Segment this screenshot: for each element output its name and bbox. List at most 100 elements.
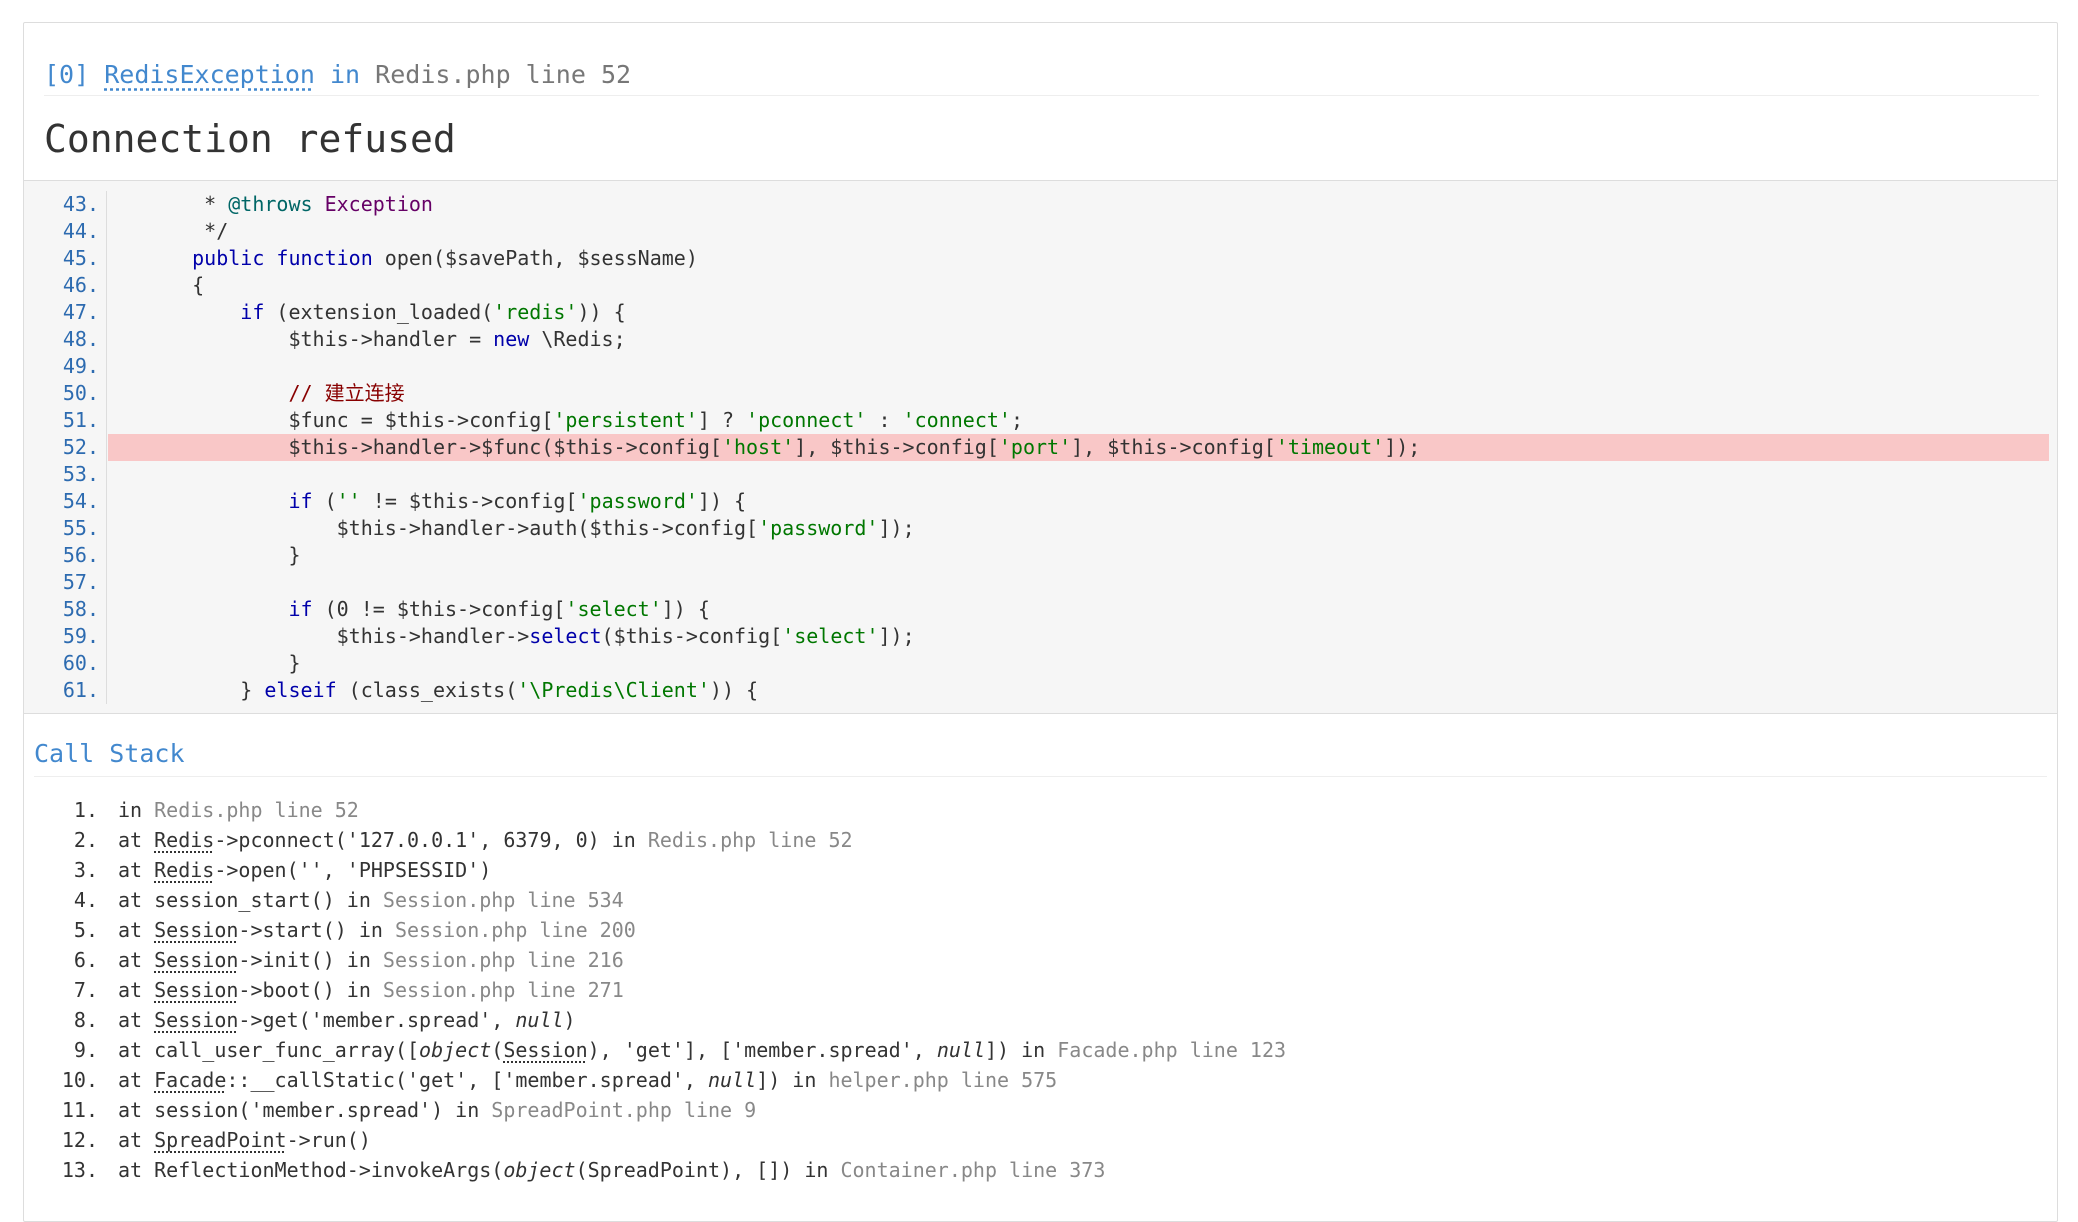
code-token: (0 != $this->config[ [312,597,566,621]
code-token: */ [156,219,229,243]
frame-token: at [118,948,155,972]
code-token: ], $this->config[ [794,435,999,459]
frame-token: ]) in [985,1038,1058,1062]
frame-text: at Session->boot() in Session.php line 2… [118,975,624,1005]
code-token: \Redis; [529,327,626,351]
code-token: $this->handler->auth($this->config[ [156,516,759,540]
line-number: 56. [62,543,99,567]
frame-token: ->get('member.spread', [238,1008,516,1032]
code-line: 61. } elseif (class_exists('\Predis\Clie… [24,677,2057,704]
call-stack-frame: 2. at Redis->pconnect('127.0.0.1', 6379, … [34,825,2047,855]
frame-token: at [118,1128,155,1152]
code-token: } [156,678,265,702]
code-line: 54. if ('' != $this->config['password'])… [24,488,2057,515]
code-text: { [108,272,2049,299]
call-stack-frame: 6. at Session->init() in Session.php line… [34,945,2047,975]
line-number: 60. [62,651,99,675]
code-line: 48. $this->handler = new \Redis; [24,326,2057,353]
line-number-divider [106,461,107,488]
code-token: )) { [577,300,626,324]
frame-number: 13. [61,1158,98,1182]
code-token: if [288,597,313,621]
code-text: public function open($savePath, $sessNam… [108,245,2049,272]
frame-number: 11. [61,1098,98,1122]
frame-token[interactable]: Facade [154,1068,226,1092]
code-token: ]) { [697,489,747,513]
code-token: // 建立连接 [288,381,405,405]
frame-token[interactable]: SpreadPoint [154,1128,286,1152]
frame-token: Session.php line 534 [382,888,624,912]
frame-token: at session_start() in [118,888,383,912]
frame-token[interactable]: Session [503,1038,587,1062]
code-token: ($this->config[ [601,624,783,648]
frame-number: 1. [73,798,98,822]
frame-token: ->run() [286,1128,371,1152]
frame-token: in [118,798,155,822]
code-token: if [288,489,313,513]
line-number-divider [106,218,107,245]
call-stack-list: 1. in Redis.php line 52 2. at Redis->pconne… [34,795,2047,1185]
code-token: new [493,327,530,351]
code-token: if [240,300,265,324]
line-number-divider [106,542,107,569]
frame-token: ->init() in [238,948,383,972]
line-number: 51. [62,408,99,432]
frame-text: at session_start() in Session.php line 5… [118,885,624,915]
code-text: $this->handler->select($this->config['se… [108,623,2049,650]
exception-class-link[interactable]: RedisException [104,60,315,89]
frame-token: Session.php line 200 [394,918,636,942]
exception-index: [0] [44,60,90,89]
frame-number: 4. [73,888,98,912]
line-number-divider [106,380,107,407]
code-token: 'persistent' [553,408,698,432]
code-token: $func = $this->config[ [156,408,554,432]
line-number: 46. [62,273,99,297]
code-token: 'password' [577,489,698,513]
code-token: 'port' [998,435,1072,459]
code-line-highlighted: 52. $this->handler->$func($this->config[… [24,434,2057,461]
frame-token[interactable]: Session [154,918,238,942]
frame-token[interactable]: Redis [154,828,214,852]
frame-text: at Redis->open('', 'PHPSESSID') [118,855,491,885]
frame-token[interactable]: Session [154,948,238,972]
frame-number: 8. [73,1008,98,1032]
frame-token[interactable]: Session [154,1008,238,1032]
code-line: 45. public function open($savePath, $ses… [24,245,2057,272]
line-number: 57. [62,570,99,594]
line-number: 55. [62,516,99,540]
line-number-divider [106,434,107,461]
line-number: 49. [62,354,99,378]
code-token: elseif [264,678,337,702]
code-token: ( [312,489,337,513]
call-stack-frame: 9. at call_user_func_array([object(Sessio… [34,1035,2047,1065]
code-token: * [156,192,229,216]
code-token: ], $this->config[ [1071,435,1276,459]
line-number-divider [106,650,107,677]
code-line: 60. } [24,650,2057,677]
code-line: 57. [24,569,2057,596]
call-stack-frame: 13. at ReflectionMethod->invokeArgs(objec… [34,1155,2047,1185]
code-token: : [866,408,903,432]
frame-token: Session.php line 271 [382,978,624,1002]
line-number-divider [106,191,107,218]
line-number: 50. [62,381,99,405]
code-token: ]); [1384,435,1421,459]
frame-token[interactable]: Redis [154,858,214,882]
frame-token: ( [491,1038,504,1062]
frame-token: at [118,978,155,1002]
frame-text: in Redis.php line 52 [118,795,359,825]
code-token: ]) { [661,597,710,621]
frame-token: ->boot() in [238,978,383,1002]
frame-token: helper.php line 575 [828,1068,1058,1092]
call-stack-section: Call Stack 1. in Redis.php line 52 2. at Re… [24,714,2057,1185]
frame-token: ), 'get'], ['member.spread', [587,1038,937,1062]
frame-text: at SpreadPoint->run() [118,1125,371,1155]
code-token: (class_exists( [336,678,518,702]
exception-in-word: in [330,60,361,89]
call-stack-frame: 12. at SpreadPoint->run() [34,1125,2047,1155]
frame-token[interactable]: Session [154,978,238,1002]
frame-number: 7. [73,978,98,1002]
call-stack-frame: 8. at Session->get('member.spread', null) [34,1005,2047,1035]
